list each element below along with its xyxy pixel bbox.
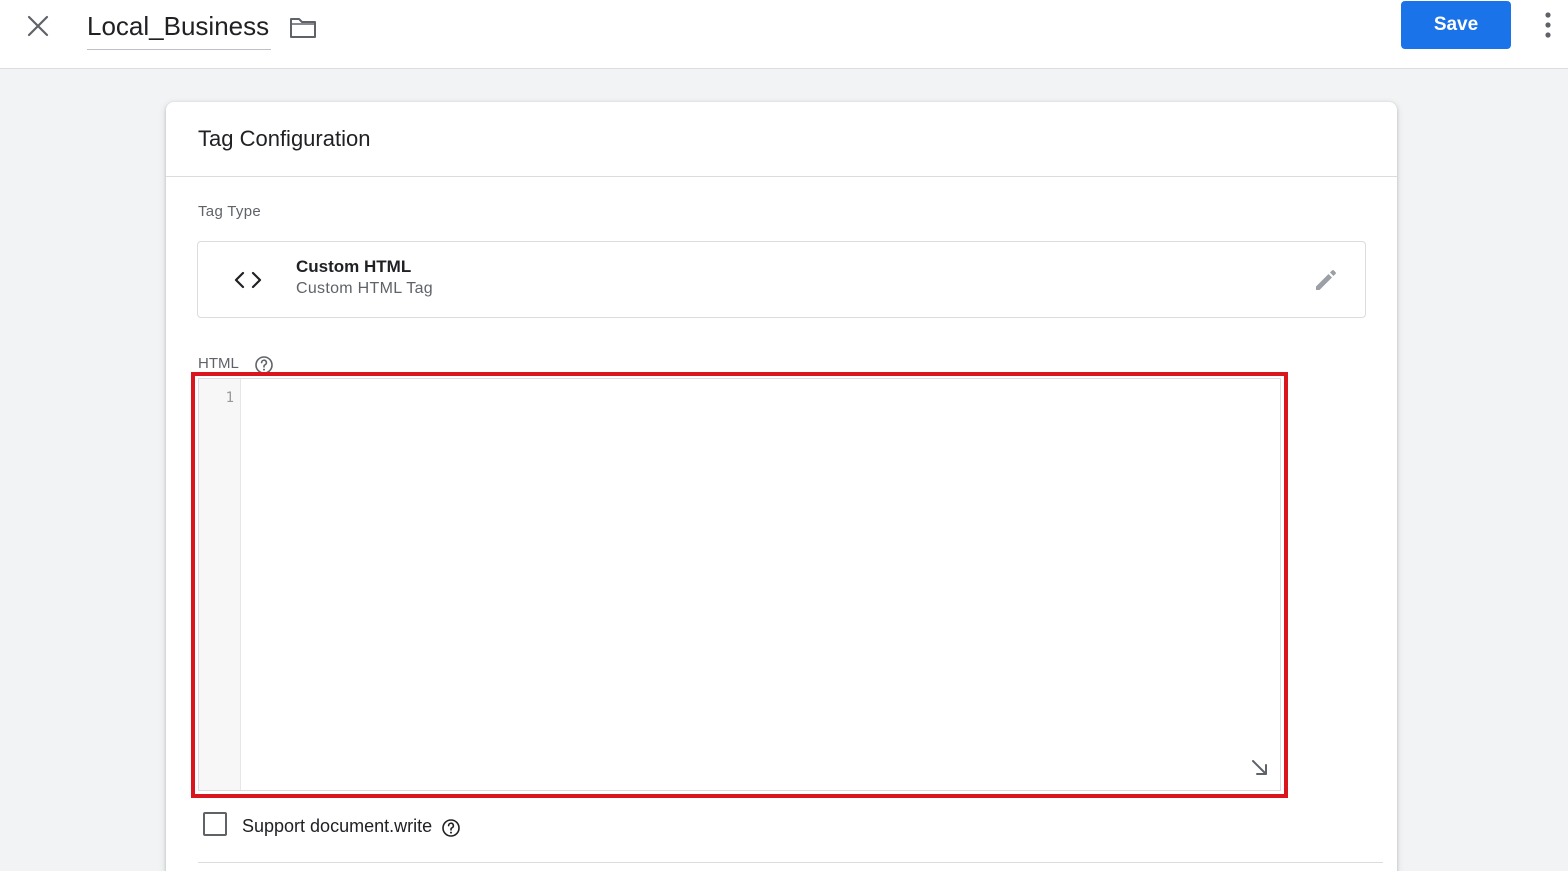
- tag-type-label: Tag Type: [198, 203, 262, 220]
- card-title: Tag Configuration: [198, 126, 371, 151]
- more-vert-icon[interactable]: [1536, 8, 1560, 42]
- tag-name-field[interactable]: Local_Business: [87, 8, 272, 50]
- support-document-write-checkbox[interactable]: [203, 812, 227, 836]
- tag-configuration-card: Tag Configuration Tag Type Custom HTML C…: [166, 102, 1397, 871]
- close-icon[interactable]: [24, 12, 52, 40]
- line-number-gutter: 1: [199, 379, 241, 790]
- top-bar: Local_Business Save: [0, 0, 1568, 69]
- card-divider: [166, 176, 1397, 177]
- folder-icon[interactable]: [288, 13, 318, 41]
- bottom-divider: [198, 862, 1383, 863]
- save-button[interactable]: Save: [1401, 1, 1511, 49]
- code-brackets-icon: [232, 266, 264, 294]
- tag-type-name: Custom HTML: [296, 257, 412, 276]
- support-document-write-label: Support document.write: [242, 816, 433, 836]
- tag-type-subtitle: Custom HTML Tag: [296, 280, 433, 297]
- html-label: HTML: [198, 355, 239, 372]
- html-code-editor[interactable]: 1: [198, 378, 1281, 791]
- line-number: 1: [225, 390, 234, 406]
- pencil-icon[interactable]: [1310, 264, 1342, 296]
- html-code-input[interactable]: [242, 379, 1280, 790]
- resize-arrow-icon[interactable]: [1249, 757, 1271, 779]
- help-icon[interactable]: [441, 818, 461, 838]
- tag-type-selector[interactable]: Custom HTML Custom HTML Tag: [197, 241, 1366, 318]
